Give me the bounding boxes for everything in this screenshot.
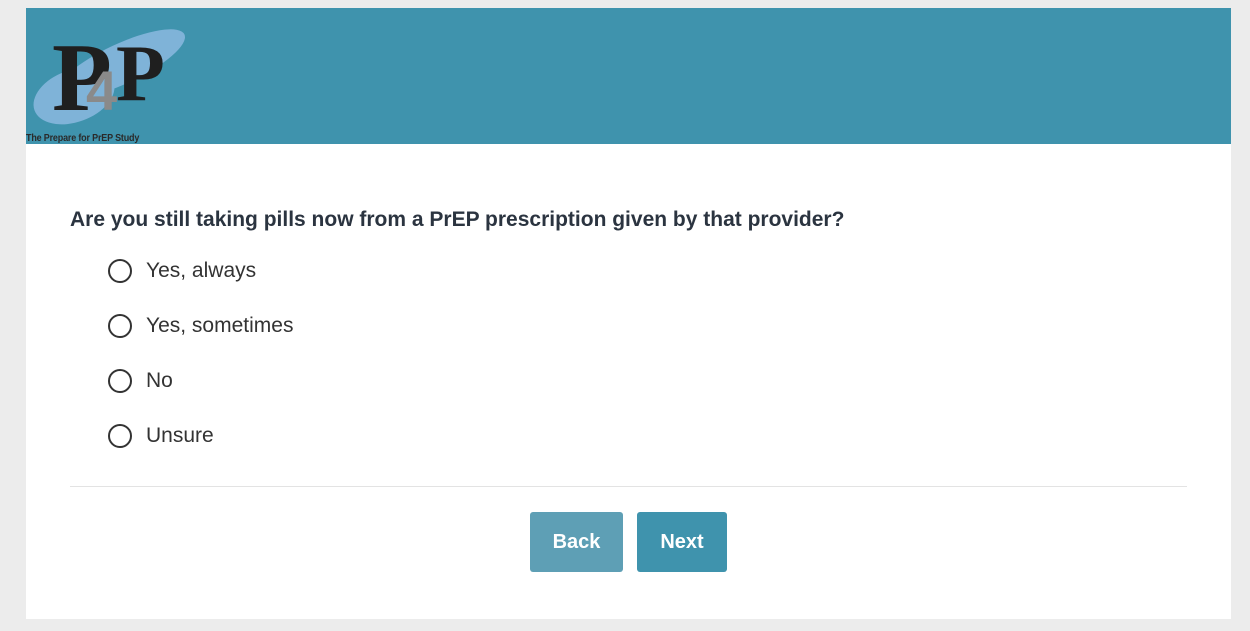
option-unsure[interactable]: Unsure [108, 421, 214, 451]
option-no[interactable]: No [108, 366, 173, 396]
svg-text:P: P [116, 30, 165, 118]
option-yes-always[interactable]: Yes, always [108, 256, 256, 286]
p4p-logo: P 4 P The Prepare for PrEP Study [26, 22, 196, 144]
option-label: Yes, always [146, 259, 257, 282]
radio-button[interactable] [108, 314, 132, 338]
option-yes-sometimes[interactable]: Yes, sometimes [108, 311, 293, 341]
radio-button[interactable] [108, 369, 132, 393]
option-label: No [146, 369, 173, 392]
p4p-logo-icon: P 4 P [33, 24, 186, 132]
radio-button[interactable] [108, 259, 132, 283]
question-text: Are you still taking pills now from a Pr… [70, 208, 845, 231]
back-button[interactable]: Back [530, 512, 623, 572]
option-label: Unsure [146, 424, 214, 447]
radio-button[interactable] [108, 424, 132, 448]
option-label: Yes, sometimes [146, 314, 294, 337]
next-button[interactable]: Next [637, 512, 727, 572]
svg-text:4: 4 [86, 59, 117, 122]
logo-tagline: The Prepare for PrEP Study [26, 133, 140, 144]
divider [70, 486, 1187, 487]
survey-card: P 4 P The Prepare for PrEP Study Are you… [26, 8, 1231, 619]
header-banner: P 4 P The Prepare for PrEP Study [26, 8, 1231, 144]
